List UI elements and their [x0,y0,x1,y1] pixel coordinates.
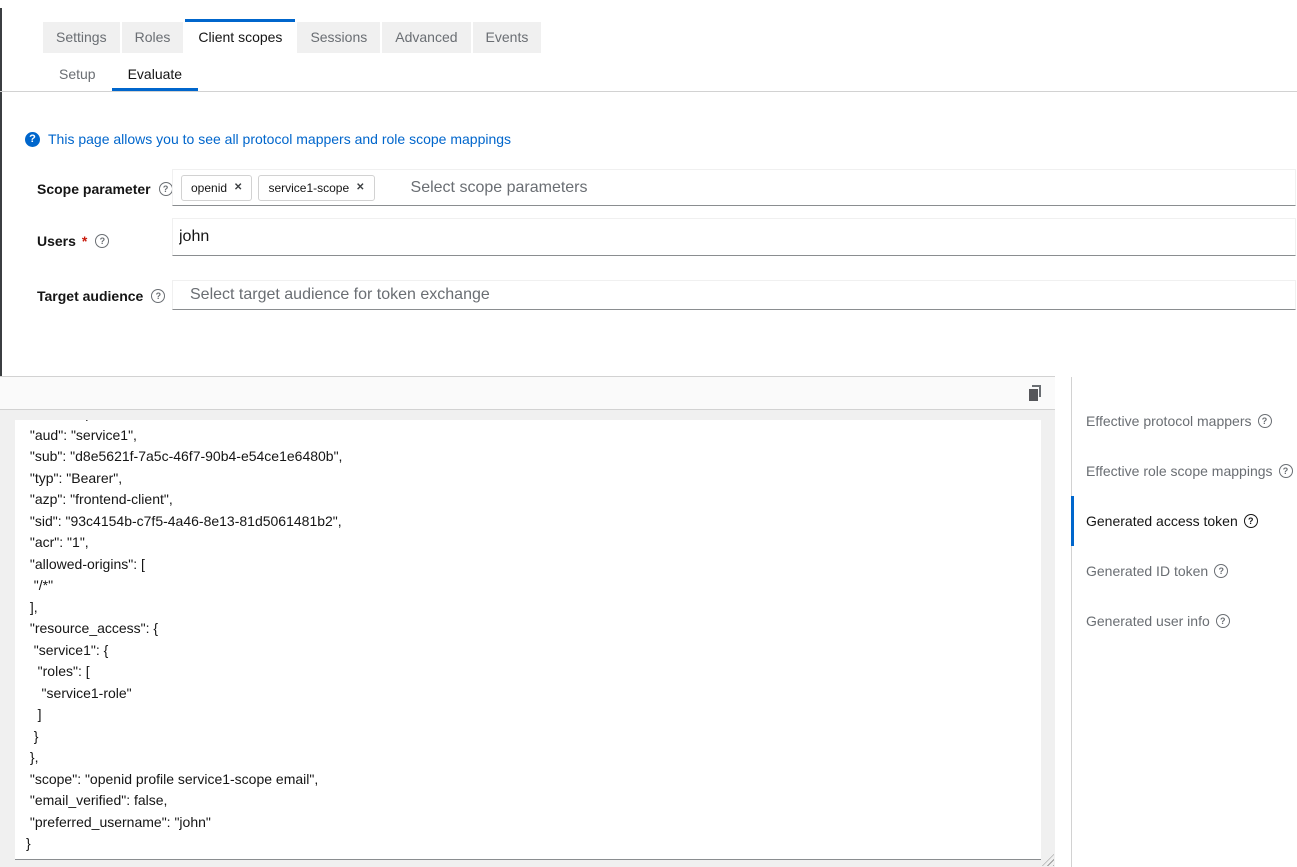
vtab-effective-role-scope-mappings[interactable]: Effective role scope mappings ? [1071,446,1297,496]
chip-service1-scope: service1-scope ✕ [258,175,374,201]
chip-openid-label: openid [191,181,227,195]
scope-parameter-help-icon[interactable]: ? [159,182,173,196]
users-help-icon[interactable]: ? [95,234,109,248]
help-icon: ? [25,132,40,147]
chip-openid: openid ✕ [181,175,252,201]
tab-roles[interactable]: Roles [122,22,184,53]
tab-sessions[interactable]: Sessions [297,22,380,53]
tab-events[interactable]: Events [473,22,542,53]
vtab-label: Generated access token [1086,513,1238,529]
scope-parameter-label: Scope parameter ? [37,181,173,197]
chip-service1-scope-remove-icon[interactable]: ✕ [356,183,364,193]
scope-parameter-placeholder: Select scope parameters [411,179,588,197]
effective-protocol-mappers-help-icon[interactable]: ? [1258,414,1272,428]
target-audience-help-icon[interactable]: ? [151,289,165,303]
chip-openid-remove-icon[interactable]: ✕ [234,183,242,193]
generated-token-panel: "iss": "http://localhost:8180/realms/tes… [0,376,1055,867]
vtab-generated-id-token[interactable]: Generated ID token ? [1071,546,1297,596]
subtabs-divider [0,91,1297,92]
token-textarea[interactable]: "iss": "http://localhost:8180/realms/tes… [15,420,1041,860]
client-scopes-evaluate-page: Settings Roles Client scopes Sessions Ad… [0,0,1297,867]
vtab-generated-user-info[interactable]: Generated user info ? [1071,596,1297,646]
vtab-label: Generated user info [1086,613,1210,629]
target-audience-label-text: Target audience [37,288,143,304]
generated-access-token-help-icon[interactable]: ? [1244,514,1258,528]
code-toolbar [0,377,1055,410]
client-tabs: Settings Roles Client scopes Sessions Ad… [43,19,541,53]
code-body: "iss": "http://localhost:8180/realms/tes… [0,410,1055,867]
token-json-text: "iss": "http://localhost:8180/realms/tes… [15,420,1041,855]
scope-parameter-label-text: Scope parameter [37,181,151,197]
help-banner-text: This page allows you to see all protocol… [48,131,511,147]
vtab-label: Generated ID token [1086,563,1208,579]
users-label: Users * ? [37,233,109,249]
users-label-text: Users [37,233,76,249]
required-asterisk: * [82,236,87,246]
tab-advanced[interactable]: Advanced [382,22,470,53]
result-type-tabs: Effective protocol mappers ? Effective r… [1071,396,1297,646]
vtab-label: Effective role scope mappings [1086,463,1273,479]
target-audience-select[interactable]: Select target audience for token exchang… [172,280,1296,310]
tab-settings[interactable]: Settings [43,22,120,53]
subtab-setup[interactable]: Setup [43,58,112,88]
generated-id-token-help-icon[interactable]: ? [1214,564,1228,578]
target-audience-label: Target audience ? [37,288,165,304]
copy-icon [1028,385,1043,401]
textarea-resize-grip[interactable] [1042,854,1054,866]
effective-role-scope-mappings-help-icon[interactable]: ? [1279,464,1293,478]
subtab-evaluate[interactable]: Evaluate [112,58,198,91]
users-field [172,218,1296,256]
scope-parameter-select[interactable]: openid ✕ service1-scope ✕ Select scope p… [172,169,1296,206]
vtab-generated-access-token[interactable]: Generated access token ? [1071,496,1297,546]
target-audience-placeholder: Select target audience for token exchang… [190,286,490,304]
tab-client-scopes[interactable]: Client scopes [185,19,295,53]
chip-service1-scope-label: service1-scope [268,181,349,195]
vtab-effective-protocol-mappers[interactable]: Effective protocol mappers ? [1071,396,1297,446]
users-input[interactable] [173,219,1295,255]
client-scopes-subtabs: Setup Evaluate [43,58,198,91]
page-help-banner: ? This page allows you to see all protoc… [25,131,511,147]
generated-user-info-help-icon[interactable]: ? [1216,614,1230,628]
vtab-label: Effective protocol mappers [1086,413,1252,429]
copy-button[interactable] [1027,385,1043,401]
